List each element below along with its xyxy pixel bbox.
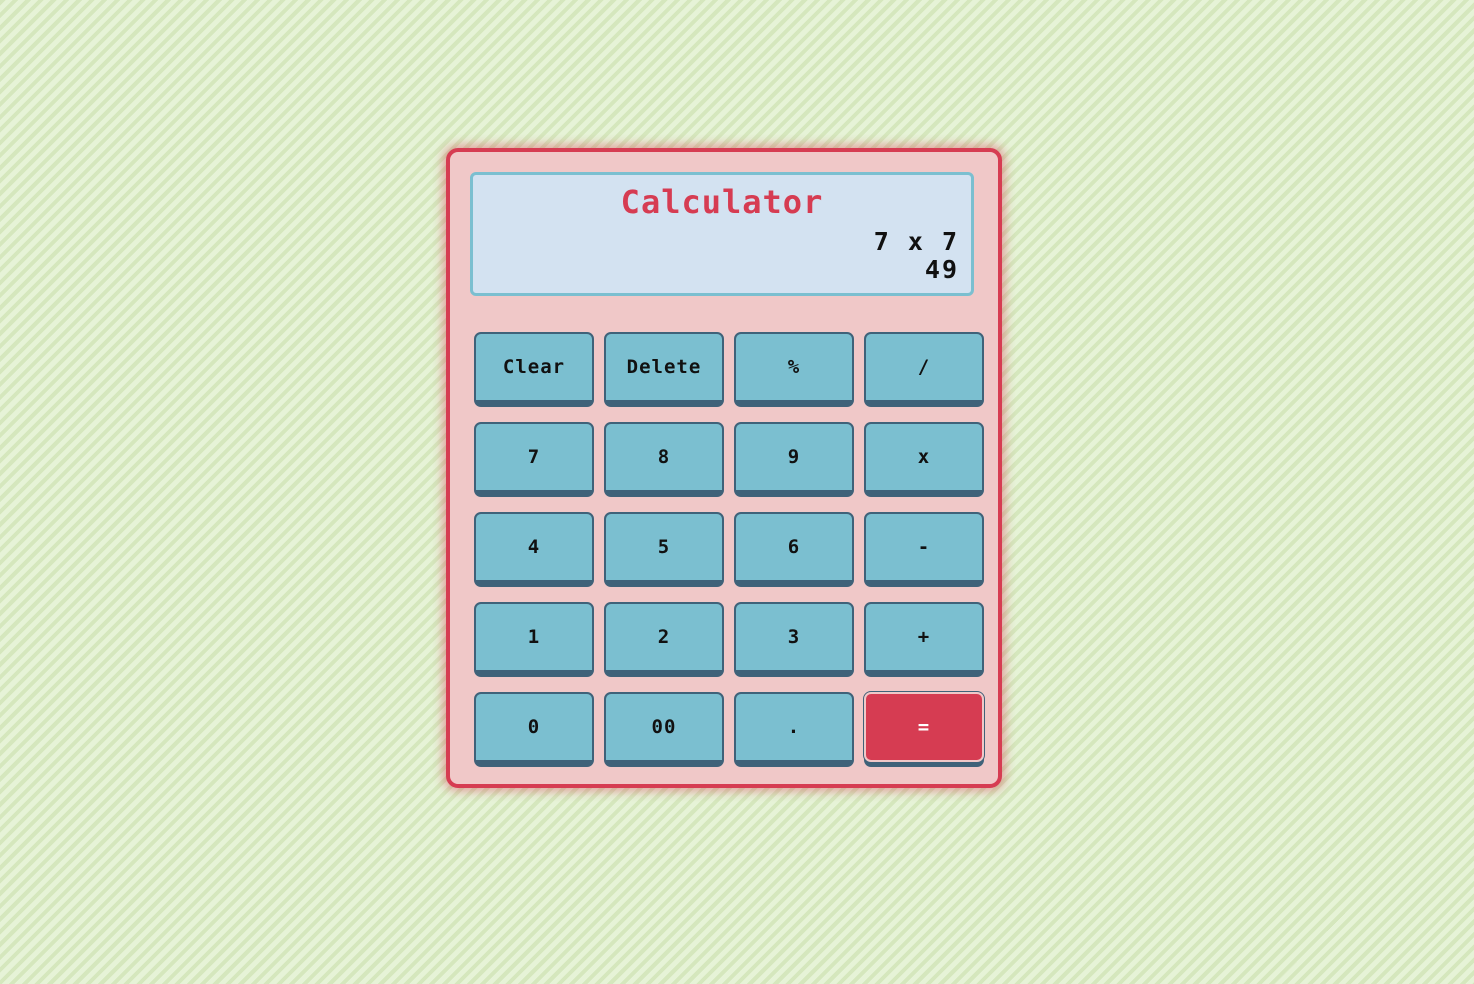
decimal-button[interactable]: . [734,692,854,767]
calculator-title: Calculator [620,183,824,221]
digit-3-button[interactable]: 3 [734,602,854,677]
digit-8-button[interactable]: 8 [604,422,724,497]
digit-0-button[interactable]: 0 [474,692,594,767]
equals-button[interactable]: = [864,692,984,762]
percent-button[interactable]: % [734,332,854,407]
result-display: 49 [924,255,959,284]
digit-6-button[interactable]: 6 [734,512,854,587]
clear-button[interactable]: Clear [474,332,594,407]
digit-9-button[interactable]: 9 [734,422,854,497]
digit-2-button[interactable]: 2 [604,602,724,677]
expression-display: 7 x 7 [873,227,959,256]
keypad: Clear Delete % / 7 8 9 x 4 5 6 - 1 2 3 +… [474,332,984,767]
digit-4-button[interactable]: 4 [474,512,594,587]
multiply-button[interactable]: x [864,422,984,497]
calculator: Calculator 7 x 7 49 Clear Delete % / 7 8… [446,148,1002,788]
add-button[interactable]: + [864,602,984,677]
delete-button[interactable]: Delete [604,332,724,407]
digit-5-button[interactable]: 5 [604,512,724,587]
double-zero-button[interactable]: 00 [604,692,724,767]
subtract-button[interactable]: - [864,512,984,587]
divide-button[interactable]: / [864,332,984,407]
digit-7-button[interactable]: 7 [474,422,594,497]
display: Calculator 7 x 7 49 [470,172,974,296]
digit-1-button[interactable]: 1 [474,602,594,677]
